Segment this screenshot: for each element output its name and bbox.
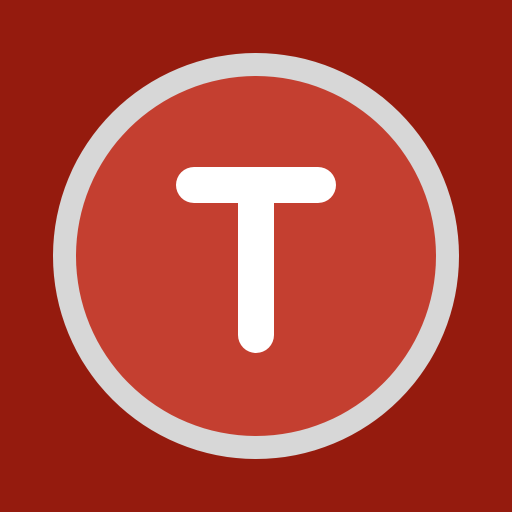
letter-t-icon [0, 0, 512, 512]
app-icon [0, 0, 512, 512]
